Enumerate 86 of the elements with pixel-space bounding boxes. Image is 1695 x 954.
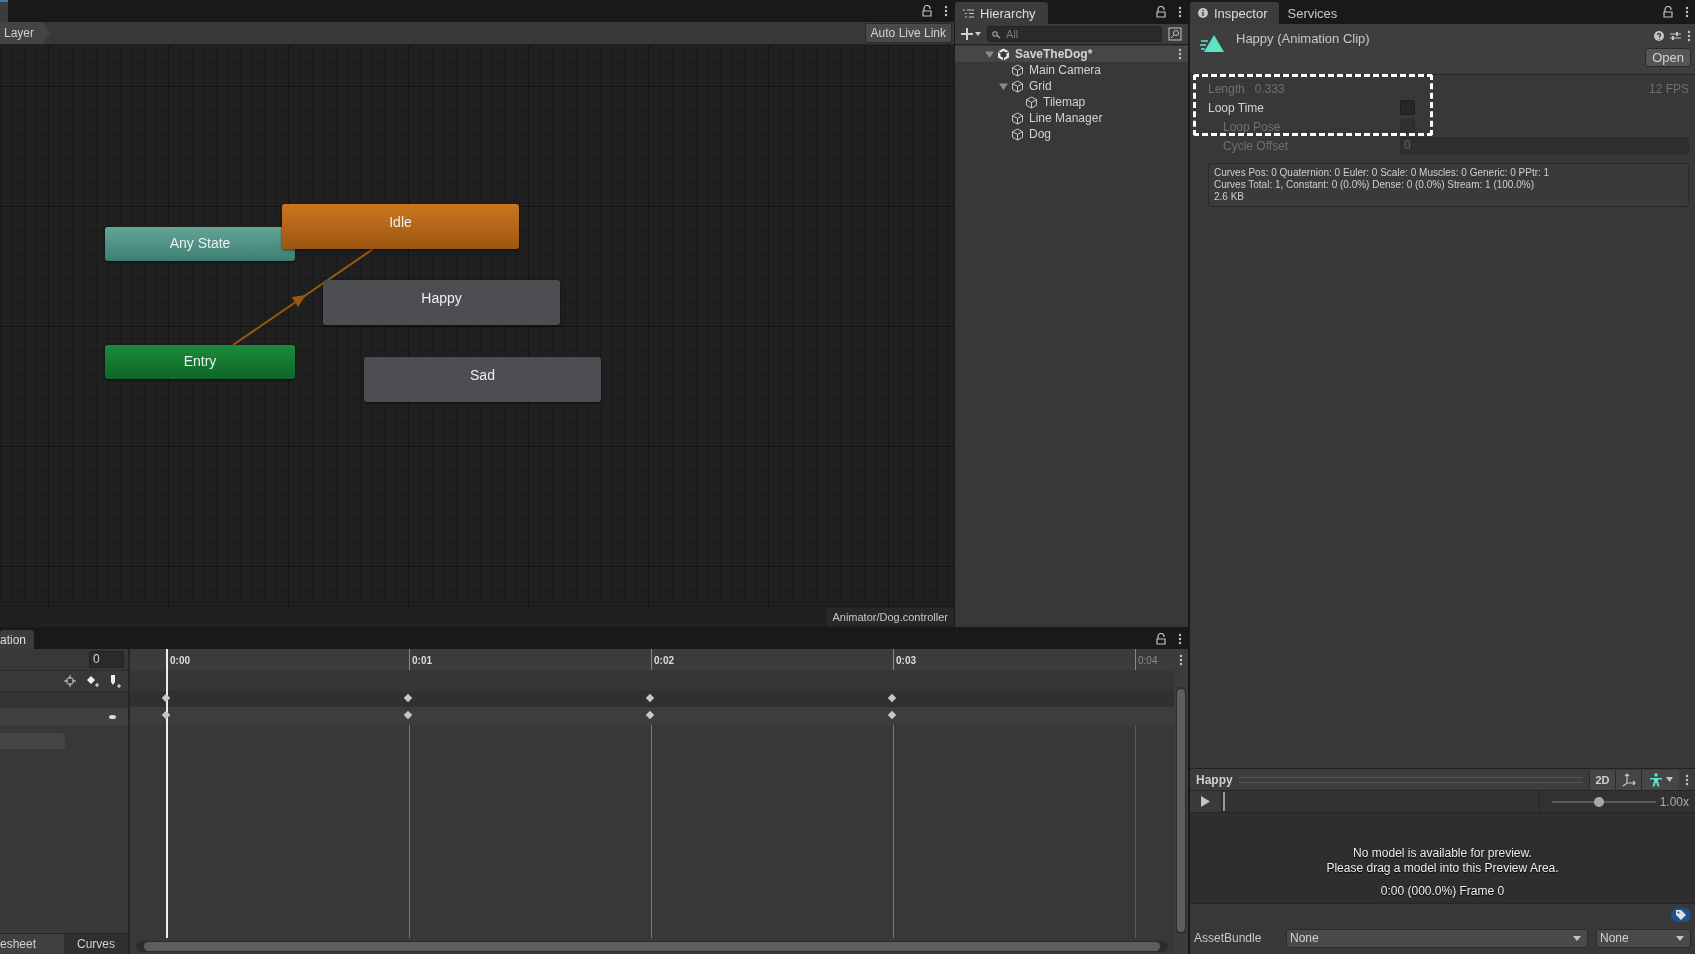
menu-icon[interactable] xyxy=(1179,654,1183,666)
preview-title: Happy xyxy=(1196,772,1233,787)
transition-arrow[interactable] xyxy=(232,248,374,346)
axis-icon xyxy=(1621,772,1636,787)
preview-time: 0:00 (000.0%) Frame 0 xyxy=(1380,884,1505,898)
lock-icon[interactable] xyxy=(1156,633,1166,645)
animation-clip-icon xyxy=(1200,34,1226,54)
play-icon xyxy=(1201,796,1210,807)
vertical-scrollbar[interactable] xyxy=(1176,687,1186,934)
info-icon xyxy=(1198,8,1208,18)
assetbundle-label: AssetBundle xyxy=(1194,931,1263,945)
caret-icon xyxy=(1573,935,1581,941)
controller-path: Animator/Dog.controller xyxy=(827,608,954,626)
speed-value: 1.00x xyxy=(1659,794,1689,809)
state-node[interactable]: Sad xyxy=(364,357,601,402)
cube-icon xyxy=(1011,127,1024,141)
state-node[interactable]: Idle xyxy=(282,204,519,249)
hierarchy-item[interactable]: Main Camera xyxy=(1029,63,1102,77)
settings-icon[interactable] xyxy=(1670,31,1681,41)
2d-button[interactable]: 2D xyxy=(1589,769,1615,790)
caret-icon xyxy=(1676,935,1684,941)
time-label: 0:01 xyxy=(411,655,432,668)
view-tab[interactable]: esheet xyxy=(0,934,64,954)
menu-icon[interactable] xyxy=(1178,6,1182,18)
horizontal-scrollbar[interactable] xyxy=(136,941,1168,952)
slider-thumb[interactable] xyxy=(1594,796,1605,807)
time-label: 0:04 xyxy=(1137,655,1158,668)
state-node[interactable]: Happy xyxy=(323,280,560,325)
tag-icon xyxy=(1675,909,1687,921)
auto-live-link-button[interactable]: Auto Live Link xyxy=(864,23,952,43)
frame-field[interactable]: 0 xyxy=(89,651,124,668)
avatar-button[interactable] xyxy=(1641,769,1679,790)
preview-message: No model is available for preview. Please drag a model into this Preview Area. xyxy=(1326,846,1559,876)
state-node[interactable]: Entry xyxy=(105,345,295,379)
hierarchy-item[interactable]: Dog xyxy=(1029,127,1051,141)
view-tab[interactable]: Curves xyxy=(64,934,128,954)
hierarchy-tab[interactable]: Hierarchy xyxy=(955,2,1048,24)
curves-info: Curves Pos: 0 Quaternion: 0 Euler: 0 Scale: 0 Muscles: 0 Generic: 0 PPtr: 1 Curves Total: 1, Constant: 0 (0.0%) Dense: 0 (0.0%) Stream: 1 (100.0%) 2.6 KB xyxy=(1208,163,1689,207)
add-event-icon[interactable] xyxy=(110,674,122,688)
hierarchy-item[interactable]: Tilemap xyxy=(1043,95,1086,109)
property-label: Loop Time xyxy=(1208,100,1266,115)
lock-icon[interactable] xyxy=(922,5,932,17)
checkbox[interactable] xyxy=(1400,100,1415,115)
menu-icon[interactable] xyxy=(1687,30,1691,42)
help-icon[interactable] xyxy=(1654,31,1664,41)
variant-dropdown[interactable]: None xyxy=(1596,928,1691,948)
pivot-button[interactable] xyxy=(1615,769,1641,790)
menu-icon[interactable] xyxy=(1178,633,1182,645)
humanoid-icon xyxy=(1648,772,1663,787)
caret-icon xyxy=(1665,777,1673,782)
services-tab[interactable]: Services xyxy=(1279,2,1350,24)
cube-icon xyxy=(1025,95,1038,109)
inspector-tab[interactable]: Inspector xyxy=(1190,2,1280,24)
unity-logo-icon xyxy=(997,47,1010,61)
cube-icon xyxy=(1011,63,1024,77)
hierarchy-item[interactable]: Line Manager xyxy=(1029,111,1103,125)
crosshair-icon[interactable] xyxy=(64,675,76,687)
time-label: 0:00 xyxy=(169,655,190,668)
cube-icon xyxy=(1011,79,1024,93)
label-button[interactable] xyxy=(1671,908,1691,922)
time-label: 0:03 xyxy=(895,655,916,668)
time-label: 0:02 xyxy=(653,655,674,668)
open-button[interactable]: Open xyxy=(1645,48,1691,67)
window-tab[interactable] xyxy=(0,0,8,22)
expand-arrow-icon[interactable] xyxy=(985,49,994,59)
expand-arrow-icon[interactable] xyxy=(999,81,1008,91)
lock-icon[interactable] xyxy=(1663,6,1673,18)
menu-icon[interactable] xyxy=(944,5,948,17)
menu-icon[interactable] xyxy=(1685,773,1689,786)
animation-tab[interactable]: ation xyxy=(0,630,35,649)
menu-icon[interactable] xyxy=(1178,48,1182,60)
assetbundle-dropdown[interactable]: None xyxy=(1286,928,1588,948)
hierarchy-item[interactable]: Grid xyxy=(1029,79,1052,93)
layer-breadcrumb[interactable]: Layer xyxy=(0,22,51,44)
oval-icon xyxy=(109,714,116,719)
menu-icon[interactable] xyxy=(1685,6,1689,18)
lock-icon[interactable] xyxy=(1156,6,1166,18)
asset-title: Happy (Animation Clip) xyxy=(1236,31,1370,46)
search-mode-icon[interactable] xyxy=(1168,27,1182,41)
add-keyframe-icon[interactable] xyxy=(86,675,100,687)
cube-icon xyxy=(1011,111,1024,125)
play-button[interactable] xyxy=(1190,791,1222,812)
search-field[interactable]: All xyxy=(987,26,1162,42)
search-icon xyxy=(992,31,1002,39)
list-icon xyxy=(963,8,974,18)
add-icon[interactable] xyxy=(961,28,981,40)
